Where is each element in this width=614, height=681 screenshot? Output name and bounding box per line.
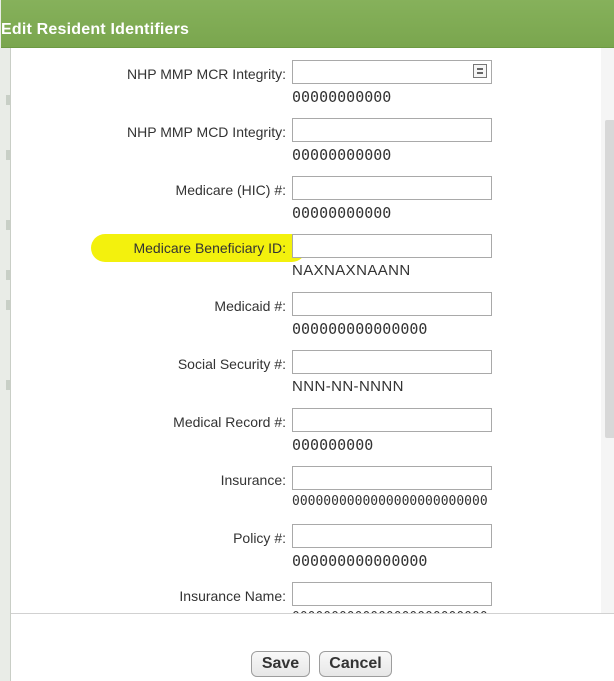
policy-field[interactable] — [292, 524, 492, 548]
cancel-button[interactable]: Cancel — [319, 651, 392, 677]
field-label: Medicare (HIC) #: — [175, 182, 286, 198]
field-format-hint: 00000000000 — [292, 88, 392, 106]
form-row-medicare-hic: Medicare (HIC) #: 00000000000 — [11, 176, 601, 232]
field-format-hint: NNN-NN-NNNN — [292, 378, 404, 395]
edit-resident-identifiers-dialog: Edit Resident Identifiers NHP MMP MCR In… — [1, 0, 614, 681]
medical-record-field[interactable] — [292, 408, 492, 432]
field-format-hint: 000000000000000 — [292, 320, 428, 338]
insurance-name-field[interactable] — [292, 582, 492, 606]
field-label: NHP MMP MCR Integrity: — [127, 66, 286, 82]
field-picker-icon[interactable] — [473, 64, 487, 78]
form-row-medicare-beneficiary-id: Medicare Beneficiary ID: NAXNAXNAANN — [11, 234, 601, 290]
dialog-title: Edit Resident Identifiers — [1, 21, 190, 38]
field-format-hint: NAXNAXNAANN — [292, 262, 411, 279]
medicare-hic-field[interactable] — [292, 176, 492, 200]
form-row-medicaid: Medicaid #: 000000000000000 — [11, 292, 601, 348]
form-row-nhp-mmp-mcr-integrity: NHP MMP MCR Integrity: 00000000000 — [11, 60, 601, 116]
field-label: Insurance: — [220, 472, 286, 488]
medicaid-field[interactable] — [292, 292, 492, 316]
field-format-hint: 00000000000 — [292, 204, 392, 222]
field-label: Medicaid #: — [214, 298, 286, 314]
field-label: Medical Record #: — [173, 414, 286, 430]
field-format-hint: 000000000000000 — [292, 552, 428, 570]
save-button[interactable]: Save — [251, 651, 310, 677]
field-label: Insurance Name: — [179, 588, 286, 604]
nhp-mmp-mcd-integrity-field[interactable] — [292, 118, 492, 142]
form-row-nhp-mmp-mcd-integrity: NHP MMP MCD Integrity: 00000000000 — [11, 118, 601, 174]
insurance-field[interactable] — [292, 466, 492, 490]
field-format-hint: 00000000000 — [292, 146, 392, 164]
field-label: Medicare Beneficiary ID: — [133, 240, 286, 256]
social-security-field[interactable] — [292, 350, 492, 374]
form-row-policy: Policy #: 000000000000000 — [11, 524, 601, 580]
dialog-title-bar[interactable]: Edit Resident Identifiers — [1, 0, 614, 48]
screen: Edit Resident Identifiers NHP MMP MCR In… — [0, 0, 614, 681]
form-row-social-security: Social Security #: NNN-NN-NNNN — [11, 350, 601, 406]
form-scrollbar[interactable] — [601, 48, 614, 613]
field-format-hint: 000000000 — [292, 436, 374, 454]
form-scroll-area[interactable]: NHP MMP MCR Integrity: 00000000000 NHP M… — [11, 48, 614, 613]
form-row-insurance-name: Insurance Name: 000000000000000000000000… — [11, 582, 601, 613]
dialog-footer: Save Cancel — [11, 613, 614, 681]
field-label: NHP MMP MCD Integrity: — [127, 124, 286, 140]
form-scrollbar-thumb[interactable] — [605, 120, 614, 438]
field-label: Social Security #: — [177, 356, 286, 372]
field-label: Policy #: — [233, 530, 286, 546]
medicare-beneficiary-id-field[interactable] — [292, 234, 492, 258]
form-row-medical-record: Medical Record #: 000000000 — [11, 408, 601, 464]
nhp-mmp-mcr-integrity-field[interactable] — [292, 60, 492, 84]
form-row-insurance: Insurance: 0000000000000000000000000 — [11, 466, 601, 522]
field-format-hint: 0000000000000000000000000 — [292, 494, 488, 509]
